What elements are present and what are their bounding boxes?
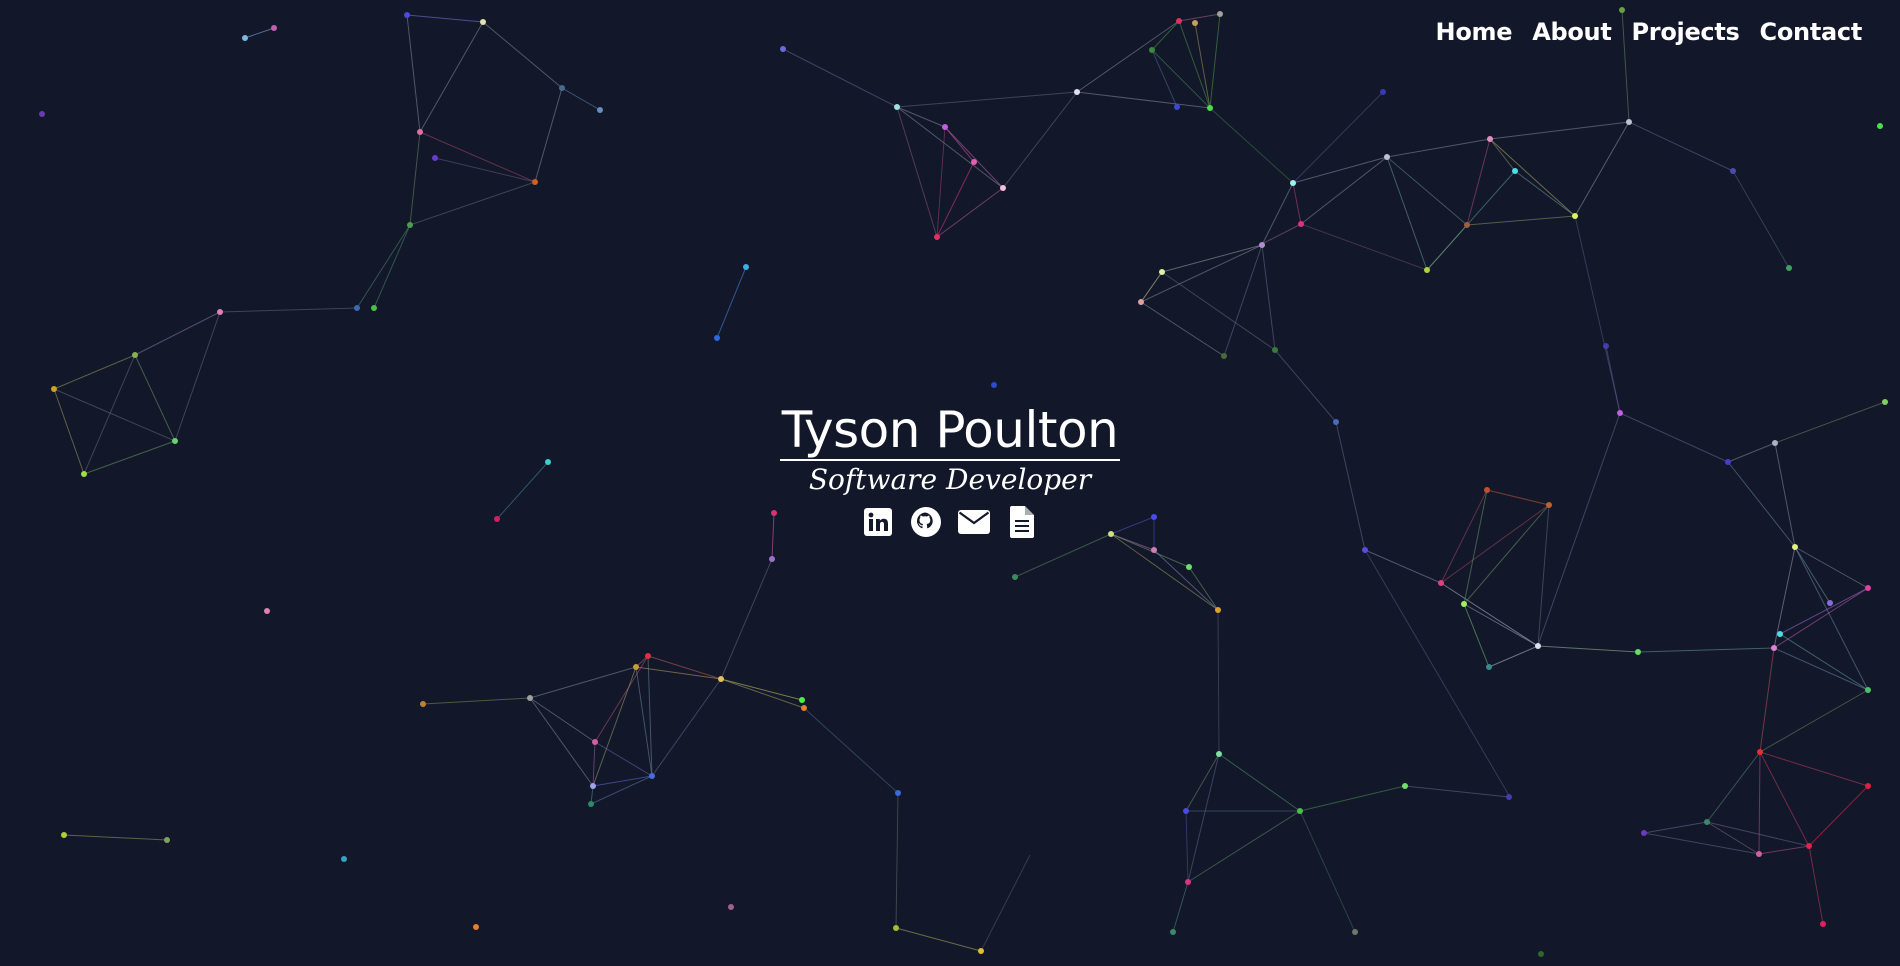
nav-home-link[interactable]: Home	[1436, 18, 1513, 46]
hero-name: Tyson Poulton	[779, 401, 1121, 461]
envelope-icon[interactable]	[957, 505, 991, 539]
hero-section: Tyson Poulton Software Developer	[0, 403, 1900, 539]
social-links	[861, 505, 1039, 539]
nav-about-link[interactable]: About	[1532, 18, 1612, 46]
hero-subtitle: Software Developer	[808, 463, 1092, 496]
nav-contact-link[interactable]: Contact	[1760, 18, 1863, 46]
nav-projects-link[interactable]: Projects	[1632, 18, 1740, 46]
github-icon[interactable]	[909, 505, 943, 539]
top-nav: Home About Projects Contact	[1436, 18, 1863, 46]
linkedin-icon[interactable]	[861, 505, 895, 539]
document-icon[interactable]	[1005, 505, 1039, 539]
